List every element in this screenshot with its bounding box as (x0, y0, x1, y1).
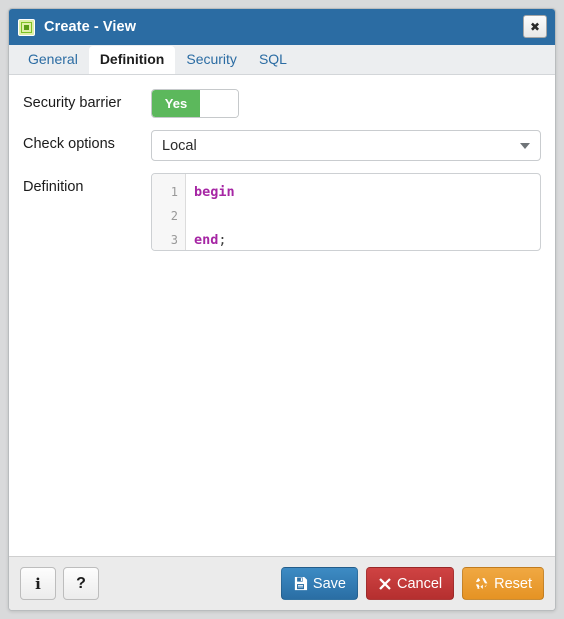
save-button[interactable]: Save (280, 567, 358, 600)
editor-line-number-gutter: 1 2 3 (152, 174, 186, 250)
check-options-row: Check options Local (23, 130, 541, 161)
editor-code-area[interactable]: begin end; (186, 174, 540, 250)
security-barrier-row: Security barrier Yes (23, 89, 541, 118)
tab-definition[interactable]: Definition (88, 46, 176, 74)
tab-general[interactable]: General (17, 46, 89, 74)
close-x-icon (378, 577, 392, 591)
definition-code-editor[interactable]: 1 2 3 begin end; (151, 173, 541, 251)
floppy-disk-icon (293, 576, 308, 591)
security-barrier-toggle[interactable]: Yes (151, 89, 239, 118)
line-number: 3 (170, 233, 178, 247)
code-keyword: begin (194, 184, 235, 200)
dialog-titlebar: Create - View ✖ (9, 9, 555, 45)
security-barrier-label: Security barrier (23, 95, 122, 111)
check-options-select[interactable]: Local (151, 130, 541, 161)
check-options-value: Local (162, 137, 197, 154)
footer-left-actions: i ? (20, 567, 99, 600)
tab-bar: General Definition Security SQL (9, 45, 555, 75)
security-barrier-toggle-value: Yes (152, 90, 200, 117)
view-icon (18, 18, 35, 36)
code-line: end; (194, 228, 540, 250)
create-view-dialog: Create - View ✖ General Definition Secur… (8, 8, 556, 611)
dialog-footer: i ? Save Cancel Reset (9, 556, 555, 610)
definition-row: Definition 1 2 3 begin end; (23, 173, 541, 251)
close-icon[interactable]: ✖ (523, 15, 547, 38)
reset-button-label: Reset (494, 575, 532, 592)
chevron-down-icon (520, 142, 530, 149)
tab-sql[interactable]: SQL (248, 46, 298, 74)
definition-label: Definition (23, 179, 84, 195)
code-keyword: end (194, 232, 219, 248)
cancel-button[interactable]: Cancel (365, 567, 455, 600)
line-number: 1 (170, 185, 178, 199)
footer-right-actions: Save Cancel Reset (280, 567, 544, 600)
help-icon-button[interactable]: ? (63, 567, 99, 600)
line-number: 2 (170, 209, 178, 223)
check-options-label: Check options (23, 136, 115, 152)
tab-security[interactable]: Security (175, 46, 248, 74)
code-punct: ; (218, 232, 227, 248)
recycle-icon (474, 576, 489, 591)
security-barrier-toggle-knob (200, 90, 238, 117)
reset-button[interactable]: Reset (462, 567, 544, 600)
dialog-title: Create - View (44, 19, 137, 35)
definition-tab-panel: Security barrier Yes Check options Local… (9, 75, 555, 556)
cancel-button-label: Cancel (396, 575, 443, 592)
code-line: begin (194, 180, 540, 204)
info-icon-button[interactable]: i (20, 567, 56, 600)
save-button-label: Save (312, 575, 346, 592)
